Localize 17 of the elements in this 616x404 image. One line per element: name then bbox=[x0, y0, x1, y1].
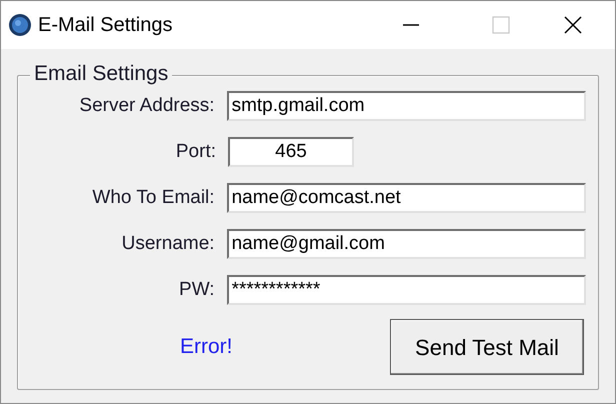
input-field[interactable]: ************ bbox=[226, 275, 586, 305]
input-field[interactable]: smtp.gmail.com bbox=[226, 91, 586, 121]
field-label: Username: bbox=[120, 232, 215, 256]
minimize-icon bbox=[403, 24, 419, 26]
field-label: Server Address: bbox=[78, 94, 215, 118]
input-field[interactable]: 465 bbox=[228, 137, 354, 167]
window-title: E-Mail Settings bbox=[38, 13, 172, 38]
send-test-mail-button[interactable]: Send Test Mail bbox=[390, 319, 584, 375]
status-message: Error! bbox=[180, 334, 232, 360]
input-field[interactable]: name@comcast.net bbox=[226, 183, 586, 213]
input-field[interactable]: name@gmail.com bbox=[226, 229, 586, 259]
field-label: PW: bbox=[178, 278, 215, 302]
close-icon bbox=[563, 15, 583, 35]
maximize-icon bbox=[491, 15, 511, 35]
app-icon bbox=[8, 13, 32, 37]
field-label: Who To Email: bbox=[91, 186, 215, 210]
field-label: Port: bbox=[174, 140, 216, 164]
